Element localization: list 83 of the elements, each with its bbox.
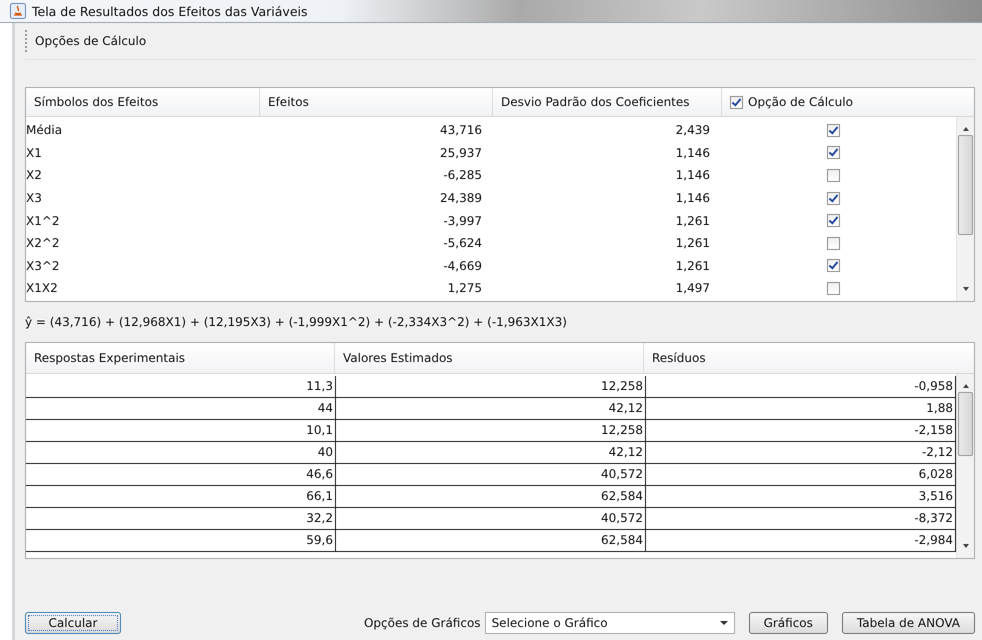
table-cell: 42,12 <box>336 398 646 420</box>
table-cell-text: -3,997 <box>442 214 482 228</box>
scroll-down-icon[interactable] <box>962 544 968 548</box>
table-cell-text: -6,285 <box>442 168 482 182</box>
table-cell-text: 1,261 <box>674 214 710 228</box>
scroll-up-icon[interactable] <box>962 127 968 131</box>
checkbox[interactable] <box>826 282 840 295</box>
table-cell: 6,028 <box>646 464 956 486</box>
scroll-up-icon[interactable] <box>962 384 968 388</box>
checked-checkbox[interactable] <box>826 192 840 205</box>
table-cell: 66,1 <box>26 486 336 508</box>
caret-icon <box>720 621 728 625</box>
anova-table-button[interactable]: Tabela de ANOVA <box>842 612 975 634</box>
column-header[interactable]: Valores Estimados <box>335 343 644 373</box>
column-header[interactable]: Respostas Experimentais <box>26 343 335 373</box>
table-cell: 62,584 <box>336 486 646 508</box>
table-cell-text: 25,937 <box>439 146 482 160</box>
table-cell: 3,516 <box>646 486 956 508</box>
column-header-label: Opção de Cálculo <box>748 95 853 109</box>
column-header[interactable]: Efeitos <box>260 88 493 116</box>
table-cell: 12,258 <box>336 376 646 398</box>
regression-equation: ŷ = (43,716) + (12,968X1) + (12,195X3) + (-1,999X1^2) + (-2,334X3^2) + (-1,963X1X3) <box>25 314 568 331</box>
table-cell: 40,572 <box>336 508 646 530</box>
table-cell-text: -4,669 <box>442 258 482 273</box>
table-cell-text: 1,261 <box>674 258 710 273</box>
table-cell: 59,6 <box>26 530 336 552</box>
column-header[interactable]: Opção de Cálculo <box>722 88 974 116</box>
window-title: Tela de Resultados dos Efeitos das Variáveis <box>32 4 308 18</box>
checkbox[interactable] <box>826 168 840 182</box>
table-cell: 44 <box>26 398 336 420</box>
chart-options-label: Opções de Gráficos <box>364 616 481 630</box>
table-cell: -0,958 <box>646 376 956 398</box>
checked-checkbox[interactable] <box>730 96 743 108</box>
table-cell: 40 <box>26 442 336 464</box>
column-header[interactable]: Símbolos dos Efeitos <box>26 88 260 116</box>
scrollbar[interactable] <box>956 374 974 558</box>
table-cell-text: -5,624 <box>442 236 482 250</box>
table-cell: 10,1 <box>26 420 336 442</box>
table-cell-text: 1,146 <box>674 191 710 206</box>
table-cell: 12,258 <box>336 420 646 442</box>
table-cell-text: 1,497 <box>674 281 710 296</box>
table-cell: 46,6 <box>26 464 336 486</box>
scroll-thumb[interactable] <box>958 135 973 235</box>
table-cell: 42,12 <box>336 442 646 464</box>
table-cell-text: X1^2 <box>26 214 61 228</box>
column-header[interactable]: Resíduos <box>644 343 974 373</box>
table-cell: 40,572 <box>336 464 646 486</box>
column-header[interactable]: Desvio Padrão dos Coeficientes <box>493 88 722 116</box>
table-cell-text: 1,261 <box>674 236 710 250</box>
app-icon <box>10 3 26 19</box>
table-cell-text: X1X2 <box>26 281 59 296</box>
table-cell: -2,12 <box>646 442 956 464</box>
scroll-thumb[interactable] <box>958 392 973 456</box>
table-cell-text: 24,389 <box>439 191 482 206</box>
table-cell-text: 1,146 <box>674 146 710 160</box>
table-cell-text: X2 <box>26 168 43 182</box>
table-cell: -2,158 <box>646 420 956 442</box>
table-cell-text: 2,439 <box>674 123 710 138</box>
toolbar-title: Opções de Cálculo <box>35 34 146 48</box>
scrollbar[interactable] <box>956 117 974 301</box>
table-cell-text: X1 <box>26 146 43 160</box>
scroll-down-icon[interactable] <box>962 287 968 291</box>
charts-button[interactable]: Gráficos <box>748 612 828 634</box>
calculate-button[interactable]: Calcular <box>25 612 121 634</box>
table-cell-text: 43,716 <box>439 123 482 138</box>
checked-checkbox[interactable] <box>826 214 840 228</box>
table-cell: 32,2 <box>26 508 336 530</box>
table-cell: -2,984 <box>646 530 956 552</box>
table-cell: 62,584 <box>336 530 646 552</box>
checkbox[interactable] <box>826 236 840 250</box>
table-cell-text: 1,146 <box>674 168 710 182</box>
table-cell: -8,372 <box>646 508 956 530</box>
chart-select[interactable]: Selecione o Gráfico <box>484 612 735 634</box>
checked-checkbox[interactable] <box>826 146 840 160</box>
table-cell-text: X3 <box>26 191 43 206</box>
checked-checkbox[interactable] <box>826 124 840 137</box>
table-cell-text: Média <box>26 123 64 138</box>
table-cell-text: X3^2 <box>26 258 61 273</box>
checked-checkbox[interactable] <box>826 259 840 272</box>
table-cell-text: 1,275 <box>446 281 482 296</box>
table-cell-text: X2^2 <box>26 236 61 250</box>
table-cell: 11,3 <box>26 376 336 398</box>
table-cell: 1,88 <box>646 398 956 420</box>
